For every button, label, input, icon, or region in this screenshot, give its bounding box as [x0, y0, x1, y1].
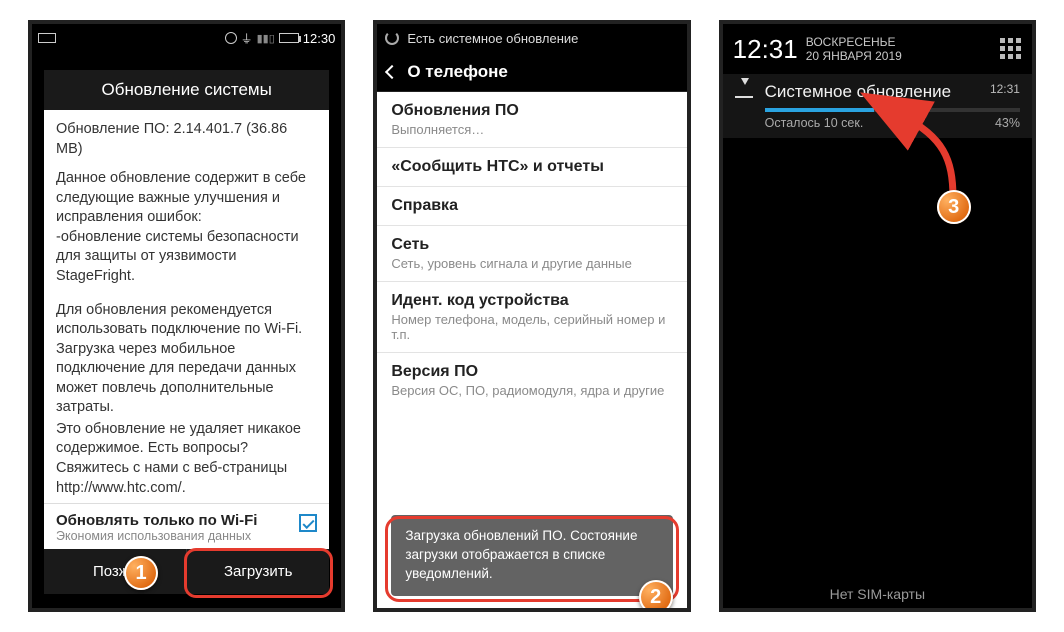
- header-title: О телефоне: [407, 62, 508, 82]
- progress-fill: [765, 108, 875, 112]
- list-item-title: Справка: [391, 197, 672, 215]
- list-item-title: «Сообщить HTC» и отчеты: [391, 158, 672, 176]
- annotation-frame-2: [385, 516, 678, 602]
- wifi-only-row[interactable]: Обновлять только по Wi-Fi Экономия испол…: [44, 503, 329, 549]
- phone-2-about-phone: Есть системное обновление О телефоне Обн…: [373, 20, 690, 612]
- annotation-bubble-3: 3: [937, 190, 971, 224]
- notification-time: 12:31: [990, 82, 1020, 96]
- list-item-help[interactable]: Справка: [377, 187, 686, 226]
- update-para-noerase: Это обновление не удаляет никакое содерж…: [56, 420, 317, 498]
- status-icon: [225, 32, 237, 44]
- remaining-time: Осталось 10 сек.: [765, 116, 864, 130]
- list-item-subtitle: Сеть, уровень сигнала и другие данные: [391, 256, 672, 271]
- list-item-device-id[interactable]: Идент. код устройства Номер телефона, мо…: [377, 282, 686, 353]
- status-icon: [38, 33, 56, 43]
- annotation-bubble-2: 2: [639, 580, 673, 612]
- shade-header: 12:31 ВОСКРЕСЕНЬЕ 20 ЯНВАРЯ 2019: [723, 24, 1032, 74]
- list-item-subtitle: Выполняется…: [391, 122, 672, 137]
- list-item-software-updates[interactable]: Обновления ПО Выполняется…: [377, 92, 686, 148]
- system-update-dialog: Обновление системы Обновление ПО: 2.14.4…: [44, 70, 329, 594]
- list-item-subtitle: Номер телефона, модель, серийный номер и…: [391, 312, 672, 342]
- status-bar: Есть системное обновление: [377, 24, 686, 52]
- wifi-only-title: Обновлять только по Wi-Fi: [56, 512, 257, 529]
- phone-1-system-update-dialog: ⏚ ▮▮▯ 12:30 Обновление системы Обновлени…: [28, 20, 345, 612]
- refresh-icon: [385, 31, 399, 45]
- list-item-title: Версия ПО: [391, 363, 672, 381]
- list-item-title: Идент. код устройства: [391, 292, 672, 310]
- list-item-software-version[interactable]: Версия ПО Версия ОС, ПО, радиомодуля, яд…: [377, 353, 686, 408]
- phone-3-notification-shade: 12:31 ВОСКРЕСЕНЬЕ 20 ЯНВАРЯ 2019 Системн…: [719, 20, 1036, 612]
- annotation-frame-1: [184, 548, 333, 598]
- wifi-only-subtitle: Экономия использования данных: [56, 529, 257, 543]
- dialog-body: Обновление ПО: 2.14.401.7 (36.86 MB) Дан…: [44, 110, 329, 503]
- download-icon: [735, 84, 753, 98]
- annotation-bubble-1: 1: [124, 556, 158, 590]
- status-time: 12:30: [303, 31, 336, 46]
- signal-icon: ▮▮▯: [257, 32, 275, 45]
- quick-settings-icon[interactable]: [1000, 38, 1022, 60]
- list-item-title: Сеть: [391, 236, 672, 254]
- wifi-icon: ⏚: [241, 30, 253, 47]
- back-icon[interactable]: [385, 64, 399, 78]
- battery-icon: [279, 33, 299, 43]
- wifi-only-checkbox[interactable]: [299, 514, 317, 532]
- status-bar: ⏚ ▮▮▯ 12:30: [32, 24, 341, 52]
- dialog-title: Обновление системы: [44, 70, 329, 110]
- list-item-title: Обновления ПО: [391, 102, 672, 120]
- update-bullet: -обновление системы безопасности для защ…: [56, 228, 317, 287]
- clock-time: 12:31: [733, 34, 798, 65]
- update-intro: Данное обновление содержит в себе следую…: [56, 169, 317, 228]
- status-text: Есть системное обновление: [407, 31, 578, 46]
- list-item-tell-htc[interactable]: «Сообщить HTC» и отчеты: [377, 148, 686, 187]
- notification-title: Системное обновление: [765, 82, 1020, 102]
- list-item-network[interactable]: Сеть Сеть, уровень сигнала и другие данн…: [377, 226, 686, 282]
- weekday: ВОСКРЕСЕНЬЕ: [806, 35, 902, 49]
- no-sim-label: Нет SIM-карты: [723, 586, 1032, 602]
- update-version-line: Обновление ПО: 2.14.401.7 (36.86 MB): [56, 120, 317, 159]
- screen-header: О телефоне: [377, 52, 686, 92]
- later-button[interactable]: Позже: [44, 549, 187, 594]
- update-para-wifi: Для обновления рекомендуется использоват…: [56, 301, 317, 418]
- list-item-subtitle: Версия ОС, ПО, радиомодуля, ядра и други…: [391, 383, 672, 398]
- date: 20 ЯНВАРЯ 2019: [806, 49, 902, 63]
